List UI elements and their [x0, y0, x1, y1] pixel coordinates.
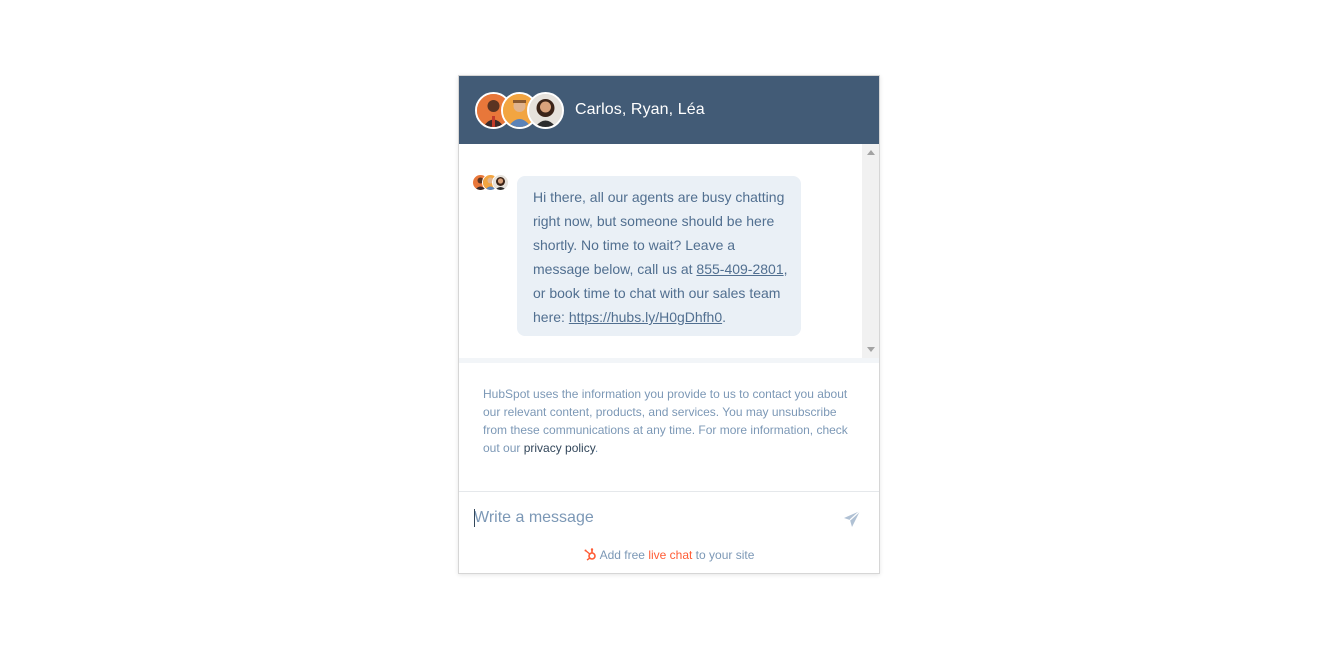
footer-suffix: to your site	[692, 548, 755, 562]
powered-by-footer: Add free live chat to your site	[459, 548, 879, 564]
send-button[interactable]	[843, 510, 863, 530]
avatar-lea	[527, 92, 564, 129]
text-caret	[474, 509, 475, 527]
chat-widget: Carlos, Ryan, Léa Hi there, all our agen…	[458, 75, 880, 574]
agent-avatars	[475, 92, 565, 129]
gdpr-consent-notice: HubSpot uses the information you provide…	[483, 385, 858, 457]
thread-scrollbar[interactable]	[862, 144, 879, 358]
message-text-end: .	[722, 309, 727, 325]
privacy-policy-link[interactable]: privacy policy	[524, 441, 595, 455]
booking-link[interactable]: https://hubs.ly/H0gDhfh0	[569, 309, 722, 325]
message-thread[interactable]: Hi there, all our agents are busy chatti…	[459, 144, 879, 358]
scroll-down-icon[interactable]	[867, 347, 875, 352]
composer-divider	[459, 491, 879, 492]
message-avatars	[472, 174, 512, 192]
hubspot-sprocket-icon	[584, 548, 597, 564]
thread-divider	[459, 358, 879, 363]
message-input[interactable]	[474, 506, 814, 530]
phone-link[interactable]: 855-409-2801	[696, 261, 783, 277]
agent-message-bubble: Hi there, all our agents are busy chatti…	[517, 176, 801, 336]
header-title: Carlos, Ryan, Léa	[575, 101, 705, 118]
mini-avatar-lea	[492, 174, 509, 191]
scroll-up-icon[interactable]	[867, 150, 875, 155]
send-icon	[844, 510, 861, 527]
footer-prefix: Add free	[599, 548, 649, 562]
consent-end: .	[594, 441, 599, 455]
live-chat-link[interactable]: live chat	[648, 548, 692, 562]
chat-header: Carlos, Ryan, Léa	[459, 76, 879, 144]
